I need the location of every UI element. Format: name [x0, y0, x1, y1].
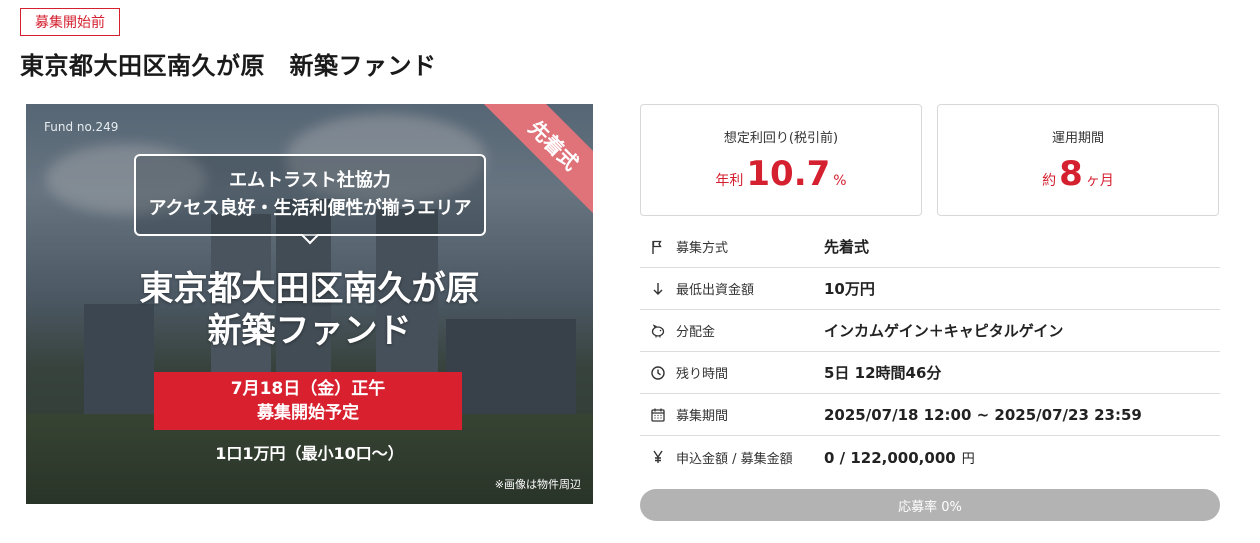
hero-heading: 東京都大田区南久が原 新築ファンド	[26, 268, 593, 352]
spec-row-distribution: 分配金 インカムゲイン＋キャピタルゲイン	[640, 310, 1220, 352]
unit-price-text: 1口1万円（最小10口〜）	[215, 444, 404, 463]
page-title: 東京都大田区南久が原 新築ファンド	[20, 52, 437, 80]
amount-unit: 円	[961, 451, 975, 467]
spec-row-remaining: 残り時間 5日 12時間46分	[640, 352, 1220, 394]
spec-value: 先着式	[824, 238, 870, 256]
fund-number: Fund no.249	[44, 120, 119, 134]
yield-number: 10.7	[746, 153, 831, 194]
spec-label: 分配金	[676, 325, 716, 340]
term-card: 運用期間 約 8 ヶ月	[937, 104, 1219, 216]
term-label: 運用期間	[1051, 130, 1104, 146]
clock-icon	[640, 365, 672, 381]
flag-icon	[640, 239, 672, 255]
yield-prefix: 年利	[715, 172, 744, 189]
hero-heading-line-1: 東京都大田区南久が原	[139, 269, 480, 309]
speech-bubble: エムトラスト社協力 アクセス良好・生活利便性が揃うエリア	[134, 154, 486, 236]
spec-value: 2025/07/18 12:00 ~ 2025/07/23 23:59	[824, 405, 1142, 424]
spec-label: 募集期間	[676, 409, 729, 424]
spec-row-amount: 申込金額 / 募集金額 0 / 122,000,000 円	[640, 436, 1220, 478]
bubble-line-1: エムトラスト社協力	[229, 170, 391, 191]
speech-bubble-tail	[300, 234, 320, 246]
start-date-text: 7月18日（金）正午	[230, 379, 386, 399]
term-value: 約 8 ヶ月	[1042, 154, 1114, 194]
piggy-bank-icon	[640, 323, 672, 339]
start-date-band: 7月18日（金）正午 募集開始予定	[154, 372, 462, 430]
status-badge: 募集開始前	[20, 8, 120, 36]
application-rate-label: 応募率 0%	[898, 499, 962, 515]
start-schedule-text: 募集開始予定	[257, 403, 359, 423]
spec-row-minimum: 最低出資金額 10万円	[640, 268, 1220, 310]
spec-value: 5日 12時間46分	[824, 364, 942, 382]
spec-value: 10万円	[824, 280, 875, 298]
arrow-down-icon	[640, 281, 672, 297]
term-number: 8	[1059, 153, 1083, 194]
spec-value: インカムゲイン＋キャピタルゲイン	[824, 322, 1064, 340]
fund-spec-table: 募集方式 先着式 最低出資金額 10万円 分配金 インカムゲイン＋キャピタルゲイ…	[640, 226, 1220, 478]
term-suffix: ヶ月	[1085, 172, 1114, 189]
yen-icon	[640, 449, 672, 465]
spec-label: 申込金額 / 募集金額	[676, 451, 793, 467]
hero-heading-line-2: 新築ファンド	[207, 311, 412, 351]
spec-row-method: 募集方式 先着式	[640, 226, 1220, 268]
application-rate-bar: 応募率 0%	[640, 489, 1220, 521]
yield-value: 年利 10.7 %	[715, 154, 846, 194]
spec-value: 0 / 122,000,000 円	[824, 448, 975, 467]
calendar-icon	[640, 407, 672, 423]
spec-row-period: 募集期間 2025/07/18 12:00 ~ 2025/07/23 23:59	[640, 394, 1220, 436]
image-note: ※画像は物件周辺	[494, 478, 581, 491]
term-prefix: 約	[1042, 172, 1057, 189]
yield-card: 想定利回り(税引前) 年利 10.7 %	[640, 104, 922, 216]
yield-suffix: %	[833, 172, 847, 189]
fund-hero-image: Fund no.249 先着式 エムトラスト社協力 アクセス良好・生活利便性が揃…	[26, 104, 593, 504]
spec-label: 最低出資金額	[676, 283, 755, 298]
yield-label: 想定利回り(税引前)	[723, 130, 839, 146]
spec-label: 募集方式	[676, 241, 729, 256]
bubble-line-2: アクセス良好・生活利便性が揃うエリア	[148, 198, 472, 219]
amount-value: 0 / 122,000,000	[824, 448, 956, 467]
spec-label: 残り時間	[676, 367, 729, 382]
